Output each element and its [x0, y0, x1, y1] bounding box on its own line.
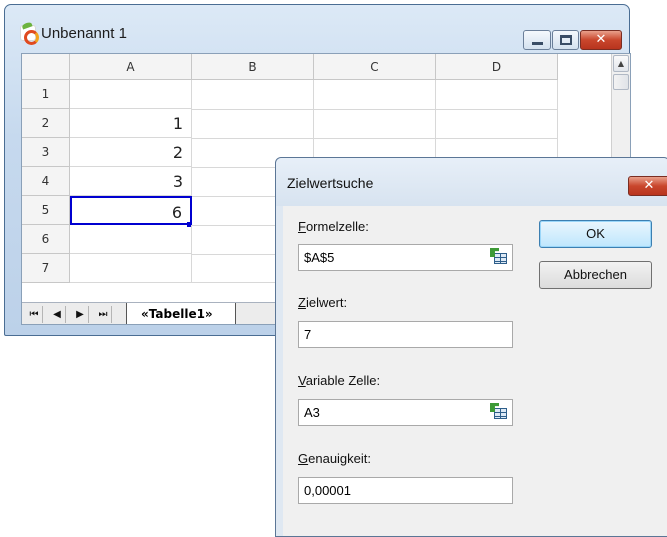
close-icon: ✕: [643, 178, 655, 193]
scroll-thumb[interactable]: [613, 74, 629, 90]
accuracy-label: Genauigkeit:: [298, 451, 372, 466]
previous-sheet-icon[interactable]: ◀: [49, 306, 66, 323]
column-header-a[interactable]: A: [70, 54, 192, 80]
shrink-reference-icon[interactable]: [490, 248, 508, 266]
window-title: Unbenannt 1: [41, 25, 127, 42]
scroll-up-arrow-icon[interactable]: ▲: [613, 55, 629, 72]
cell-a6[interactable]: [70, 225, 192, 254]
minimize-button[interactable]: [523, 30, 551, 50]
formula-cell-label: Formelzelle:: [298, 219, 369, 234]
column-header-d[interactable]: D: [436, 54, 558, 80]
target-value-text: 7: [304, 327, 312, 342]
shrink-reference-icon[interactable]: [490, 403, 508, 421]
ok-button[interactable]: OK: [539, 220, 652, 248]
column-header-c[interactable]: C: [314, 54, 436, 80]
last-sheet-icon[interactable]: ⏭: [95, 306, 112, 323]
target-value-input[interactable]: 7: [298, 321, 513, 348]
row-header-6[interactable]: 6: [22, 225, 70, 254]
close-icon: ✕: [595, 32, 607, 47]
row-header-5[interactable]: 5: [22, 196, 70, 225]
next-sheet-icon[interactable]: ▶: [72, 306, 89, 323]
cell-a1[interactable]: [70, 80, 192, 109]
cell-a2[interactable]: 1: [70, 109, 192, 138]
formula-cell-value: $A$5: [304, 250, 335, 265]
cell-a3[interactable]: 2: [70, 138, 192, 167]
variable-cell-value: A3: [304, 405, 320, 420]
dialog-title: Zielwertsuche: [287, 175, 374, 191]
accuracy-value: 0,00001: [304, 483, 351, 498]
first-sheet-icon[interactable]: ⏮: [26, 306, 43, 323]
row-header-1[interactable]: 1: [22, 80, 70, 109]
dialog-body: Formelzelle: $A$5 Zielwert: 7 Variable Z…: [283, 206, 667, 536]
gridline: [192, 138, 558, 139]
dialog-titlebar[interactable]: Zielwertsuche: [276, 158, 667, 206]
cell-a5[interactable]: 6: [70, 196, 192, 225]
row-header-4[interactable]: 4: [22, 167, 70, 196]
column-header-b[interactable]: B: [192, 54, 314, 80]
calc-app-icon: [20, 25, 39, 45]
target-value-label: Zielwert:: [298, 295, 348, 310]
variable-cell-label: Variable Zelle:: [298, 373, 381, 388]
sheet-tab-tabelle1[interactable]: «Tabelle1»: [126, 303, 236, 324]
formula-cell-input[interactable]: $A$5: [298, 244, 513, 271]
select-all-corner[interactable]: [22, 54, 70, 80]
variable-cell-input[interactable]: A3: [298, 399, 513, 426]
gridline: [192, 109, 558, 110]
accuracy-input[interactable]: 0,00001: [298, 477, 513, 504]
cell-a7[interactable]: [70, 254, 192, 283]
row-header-7[interactable]: 7: [22, 254, 70, 283]
maximize-icon: [560, 35, 572, 45]
dialog-close-button[interactable]: ✕: [628, 176, 667, 196]
cell-a4[interactable]: 3: [70, 167, 192, 196]
window-close-button[interactable]: ✕: [580, 30, 622, 50]
row-header-2[interactable]: 2: [22, 109, 70, 138]
cancel-button[interactable]: Abbrechen: [539, 261, 652, 289]
goal-seek-dialog: Zielwertsuche ✕ Formelzelle: $A$5 Zielwe…: [275, 157, 667, 537]
minimize-icon: [532, 42, 543, 45]
maximize-button[interactable]: [552, 30, 579, 50]
row-header-3[interactable]: 3: [22, 138, 70, 167]
